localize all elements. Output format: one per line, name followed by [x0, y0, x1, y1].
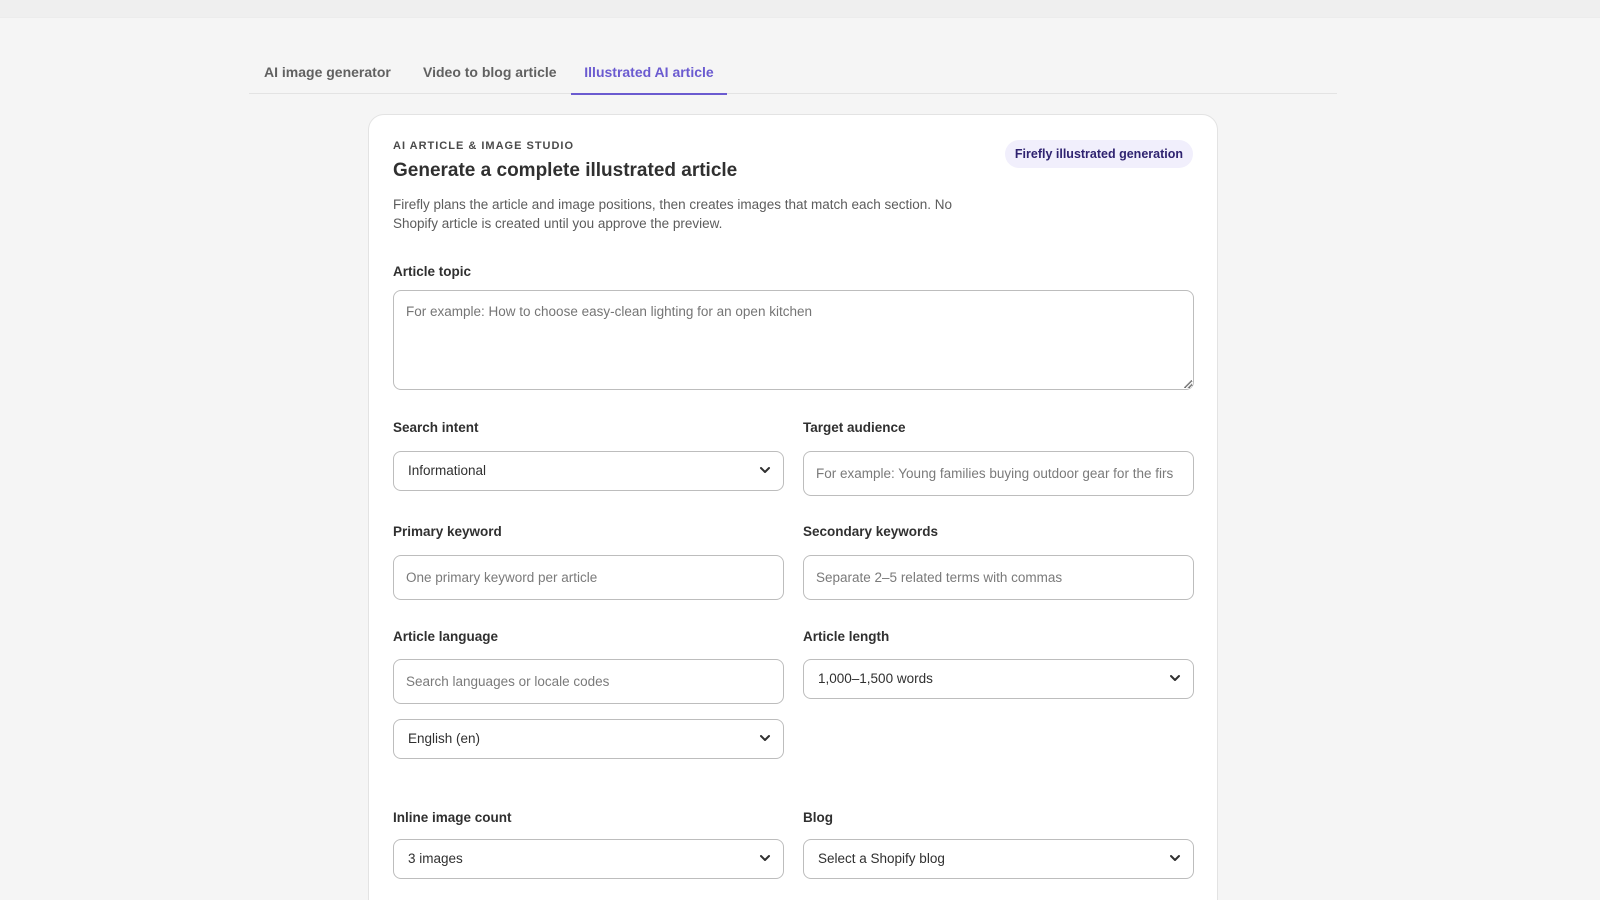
chevron-down-icon — [760, 855, 770, 861]
target-audience-placeholder: For example: Young families buying outdo… — [816, 466, 1174, 481]
chevron-down-icon — [760, 467, 770, 473]
top-bar — [0, 0, 1600, 18]
search-intent-select[interactable]: Informational — [393, 451, 784, 491]
tab-illustrated-ai-article-label: Illustrated AI article — [584, 64, 714, 80]
target-audience-input[interactable]: For example: Young families buying outdo… — [803, 451, 1194, 496]
chevron-down-icon — [1170, 855, 1180, 861]
tab-video-to-blog-article[interactable]: Video to blog article — [423, 56, 557, 94]
article-language-label: Article language — [393, 629, 499, 644]
card-title: Generate a complete illustrated article — [393, 160, 738, 181]
status-badge: Firefly illustrated generation — [1004, 140, 1193, 168]
search-intent-value: Informational — [408, 463, 487, 478]
search-intent-label: Search intent — [393, 420, 479, 435]
inline-image-count-value: 3 images — [408, 851, 463, 866]
target-audience-label: Target audience — [803, 420, 906, 435]
inline-image-count-select[interactable]: 3 images — [393, 839, 784, 879]
article-topic-label: Article topic — [393, 264, 472, 279]
chevron-down-icon — [760, 735, 770, 741]
secondary-keywords-label: Secondary keywords — [803, 524, 939, 539]
card-description: Firefly plans the article and image posi… — [393, 197, 953, 231]
tab-bar: AI image generator Video to blog article… — [249, 56, 1337, 95]
language-search-input[interactable]: Search languages or locale codes — [393, 659, 784, 704]
tab-illustrated-ai-article[interactable]: Illustrated AI article — [571, 56, 727, 95]
secondary-keywords-input[interactable]: Separate 2–5 related terms with commas — [803, 555, 1194, 600]
secondary-keywords-placeholder: Separate 2–5 related terms with commas — [816, 570, 1063, 585]
resize-handle-icon[interactable] — [1184, 380, 1192, 388]
language-search-placeholder: Search languages or locale codes — [406, 674, 610, 689]
tab-ai-image-generator[interactable]: AI image generator — [264, 56, 391, 94]
primary-keyword-label: Primary keyword — [393, 524, 502, 539]
blog-value: Select a Shopify blog — [818, 851, 945, 866]
article-language-value: English (en) — [408, 731, 481, 746]
blog-label: Blog — [803, 810, 833, 825]
article-topic-input[interactable] — [393, 290, 1194, 390]
card-eyebrow: AI ARTICLE & IMAGE STUDIO — [393, 140, 575, 152]
article-length-select[interactable]: 1,000–1,500 words — [803, 659, 1194, 699]
primary-keyword-placeholder: One primary keyword per article — [406, 570, 598, 585]
article-length-value: 1,000–1,500 words — [818, 671, 933, 686]
article-length-label: Article length — [803, 629, 890, 644]
primary-keyword-input[interactable]: One primary keyword per article — [393, 555, 784, 600]
article-generator-card: AI ARTICLE & IMAGE STUDIO Generate a com… — [368, 114, 1218, 900]
article-language-select[interactable]: English (en) — [393, 719, 784, 759]
chevron-down-icon — [1170, 675, 1180, 681]
blog-select[interactable]: Select a Shopify blog — [803, 839, 1194, 879]
active-tab-indicator — [571, 93, 727, 95]
inline-image-count-label: Inline image count — [393, 810, 512, 825]
